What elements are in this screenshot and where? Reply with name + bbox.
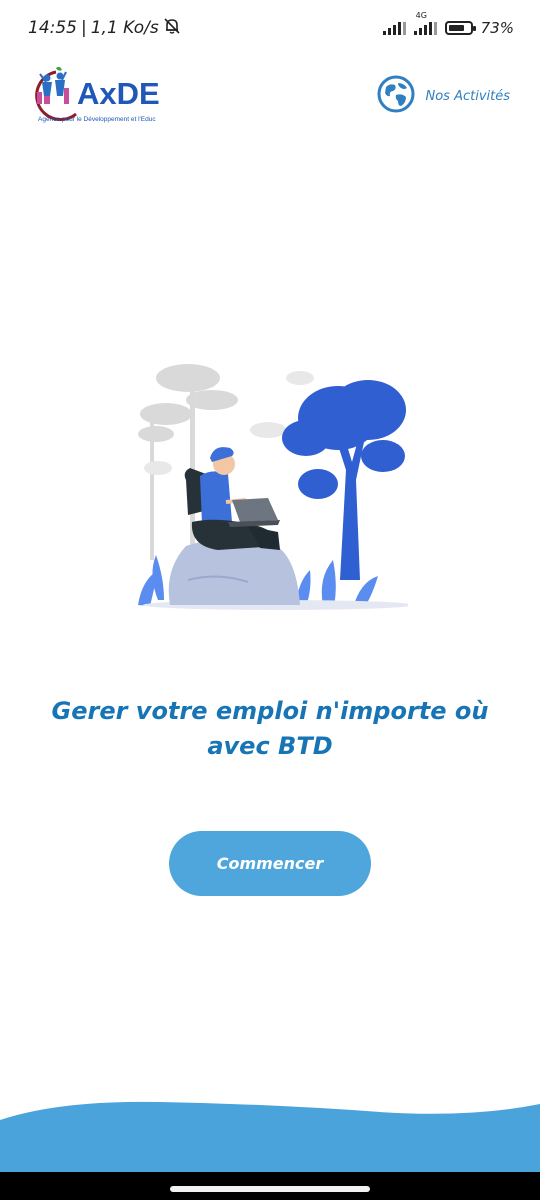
status-net-speed: 1,1 Ko/s: [90, 18, 159, 38]
activities-label: Nos Activités: [425, 88, 510, 104]
bell-off-icon: [163, 17, 181, 40]
remote-work-illustration: [138, 364, 408, 610]
lte-signal-icon: 4G: [413, 11, 437, 35]
network-type-label: 4G: [415, 11, 427, 20]
status-time: 14:55: [28, 18, 77, 38]
start-button[interactable]: Commencer: [169, 831, 371, 896]
status-bar: 14:55 | 1,1 Ko/s 4G 73%: [0, 0, 540, 56]
logo-subtitle: Agence pour le Développement et l'Educ: [38, 116, 156, 123]
battery-icon: [444, 21, 476, 35]
activities-link[interactable]: Nos Activités: [377, 75, 510, 117]
tagline: Gerer votre emploi n'importe où avec BTD: [51, 697, 489, 760]
laptop: [228, 498, 280, 527]
status-left: 14:55 | 1,1 Ko/s: [28, 17, 181, 40]
battery-percent: 73%: [480, 19, 514, 37]
blue-tree: [282, 380, 406, 580]
home-indicator[interactable]: [170, 1186, 370, 1192]
signal-icon: [382, 21, 406, 35]
axde-logo: AxDE Agence pour le Développement et l'E…: [26, 66, 176, 128]
status-right: 4G 73%: [382, 11, 514, 37]
logo-text: AxDE: [77, 76, 160, 111]
app-header: AxDE Agence pour le Développement et l'E…: [0, 62, 540, 132]
status-separator: |: [81, 18, 87, 38]
globe-icon: [377, 75, 415, 117]
